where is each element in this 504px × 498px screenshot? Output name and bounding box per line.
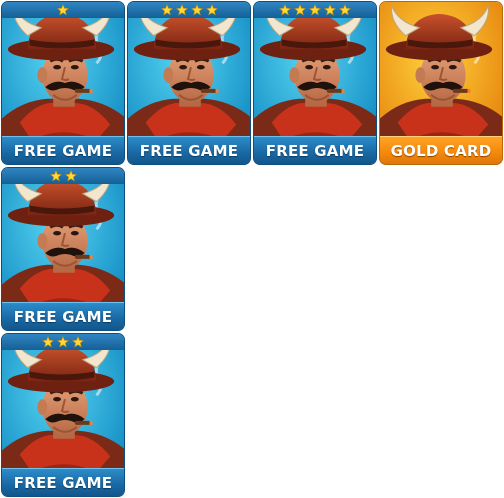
star-icon: [339, 4, 351, 16]
card-3[interactable]: FREE GAME: [253, 1, 377, 165]
card-2[interactable]: FREE GAME: [127, 1, 251, 165]
star-icon: [294, 4, 306, 16]
star-icon: [324, 4, 336, 16]
star-icon: [160, 4, 173, 16]
star-icon: [190, 4, 203, 16]
star-icon: [279, 4, 291, 16]
card-label: FREE GAME: [254, 136, 376, 164]
star-icon: [57, 336, 69, 348]
card-1[interactable]: FREE GAME: [1, 1, 125, 165]
star-strip: [2, 168, 124, 184]
star-strip: [254, 2, 376, 18]
star-strip: [2, 2, 124, 18]
star-icon: [57, 4, 69, 16]
star-icon: [42, 336, 54, 348]
star-strip: [2, 334, 124, 350]
card-label: FREE GAME: [2, 136, 124, 164]
card-6[interactable]: FREE GAME: [1, 333, 125, 497]
star-icon: [64, 170, 77, 182]
card-label: FREE GAME: [2, 302, 124, 330]
card-4-gold[interactable]: GOLD CARD: [379, 1, 503, 165]
star-icon: [205, 4, 218, 16]
card-label: GOLD CARD: [380, 136, 502, 164]
card-sheet: FREE GAME FREE GAME FREE GAME GOLD CARD …: [0, 0, 504, 498]
card-label: FREE GAME: [128, 136, 250, 164]
star-icon: [49, 170, 62, 182]
card-label: FREE GAME: [2, 468, 124, 496]
star-icon: [72, 336, 84, 348]
star-strip: [128, 2, 250, 18]
star-icon: [309, 4, 321, 16]
card-5[interactable]: FREE GAME: [1, 167, 125, 331]
star-icon: [175, 4, 188, 16]
